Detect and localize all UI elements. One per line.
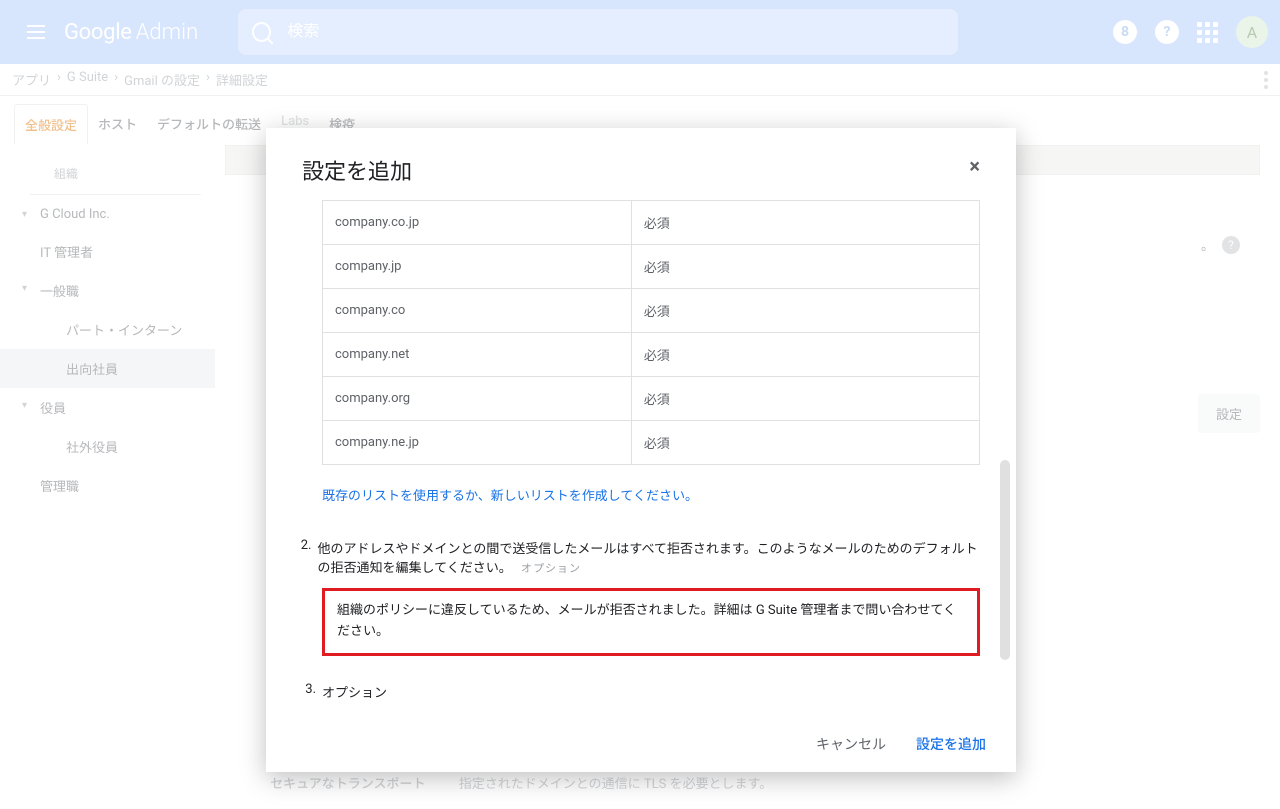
rejection-message-input[interactable]: 組織のポリシーに違反しているため、メールが拒否されました。詳細は G Suite… xyxy=(322,588,980,656)
status-cell: 必須 xyxy=(631,333,979,377)
status-cell: 必須 xyxy=(631,421,979,465)
step-2: 2. 他のアドレスやドメインとの間で送受信したメールはすべて拒否されます。このよ… xyxy=(322,538,980,576)
domain-table: company.co.jp必須company.jp必須company.co必須c… xyxy=(322,200,980,465)
status-cell: 必須 xyxy=(631,201,979,245)
domain-cell: company.net xyxy=(323,333,632,377)
step-2-text: 他のアドレスやドメインとの間で送受信したメールはすべて拒否されます。このようなメ… xyxy=(317,542,977,576)
table-row[interactable]: company.co必須 xyxy=(323,289,980,333)
table-row[interactable]: company.org必須 xyxy=(323,377,980,421)
close-icon[interactable]: × xyxy=(969,154,980,186)
modal-footer: キャンセル 設定を追加 xyxy=(266,716,1016,772)
status-cell: 必須 xyxy=(631,377,979,421)
add-setting-modal: 設定を追加 × company.co.jp必須company.jp必須compa… xyxy=(266,128,1016,772)
use-existing-list-link[interactable]: 既存のリストを使用するか、新しいリストを作成してください。 xyxy=(322,465,980,530)
table-row[interactable]: company.jp必須 xyxy=(323,245,980,289)
status-cell: 必須 xyxy=(631,245,979,289)
domain-cell: company.co xyxy=(323,289,632,333)
step-3: 3. オプション xyxy=(322,682,980,701)
step-2-optional: オプション xyxy=(521,562,581,575)
add-setting-button[interactable]: 設定を追加 xyxy=(916,734,986,754)
domain-cell: company.jp xyxy=(323,245,632,289)
table-row[interactable]: company.co.jp必須 xyxy=(323,201,980,245)
domain-cell: company.org xyxy=(323,377,632,421)
domain-cell: company.co.jp xyxy=(323,201,632,245)
domain-cell: company.ne.jp xyxy=(323,421,632,465)
step-3-text: オプション xyxy=(322,682,387,701)
table-row[interactable]: company.ne.jp必須 xyxy=(323,421,980,465)
table-row[interactable]: company.net必須 xyxy=(323,333,980,377)
modal-title: 設定を追加 xyxy=(302,154,412,186)
modal-scrollbar[interactable] xyxy=(1000,460,1010,660)
cancel-button[interactable]: キャンセル xyxy=(816,734,886,754)
status-cell: 必須 xyxy=(631,289,979,333)
